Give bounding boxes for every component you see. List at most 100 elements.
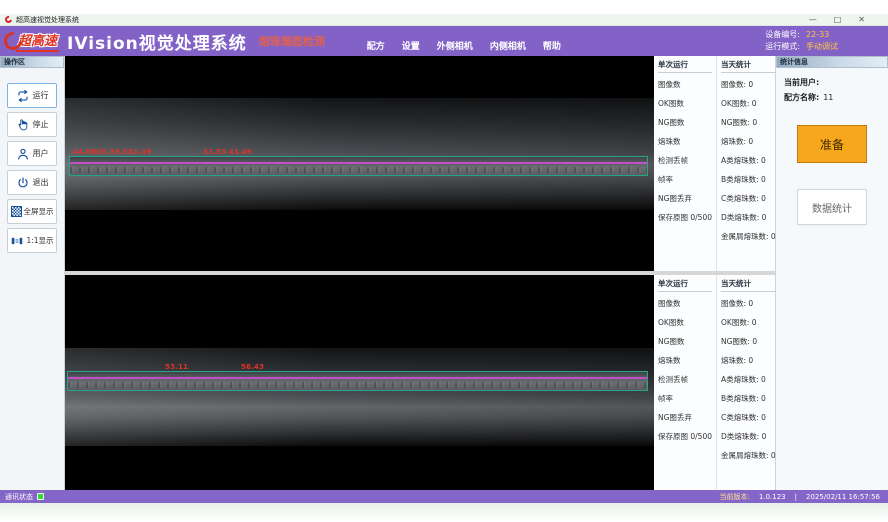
ready-button[interactable]: 准备 — [797, 125, 867, 163]
exit-button[interactable]: 退出 — [7, 170, 57, 195]
menu-item[interactable]: 配方 — [367, 39, 385, 52]
stat-row: NG图丢弃 — [658, 189, 712, 208]
app-header: 超高速 IVision视觉处理系统 熔珠端面检测 配方设置外侧相机内侧相机帮助 … — [0, 26, 888, 56]
status-bar: 通讯状态 当前版本: 1.0.123 | 2025/02/11 16:57:56 — [0, 490, 888, 503]
stat-row: 熔珠数 — [658, 132, 712, 151]
comm-status-label: 通讯状态 — [5, 492, 33, 502]
camera-image-band — [65, 98, 654, 210]
stat-row: C类熔珠数: 0 — [721, 189, 776, 208]
stat-row: 图像数: 0 — [721, 294, 776, 313]
data-statistics-button[interactable]: 数据统计 — [797, 189, 867, 225]
stat-row: 检测丢帧 — [658, 151, 712, 170]
user-button-label: 用户 — [33, 148, 49, 159]
strip-texture — [68, 382, 647, 388]
stat-row: D类熔珠数: 0 — [721, 427, 776, 446]
camera-viewports: 44.0R05.39.5X1.49 31.53 41.49 53.11 56.4… — [65, 56, 654, 490]
stat-row: 金属屑熔珠数: 0 — [721, 446, 776, 465]
run-mode-value: 手动调试 — [806, 41, 840, 53]
stat-row: 帧率 — [658, 389, 712, 408]
stat-row: OK图数 — [658, 313, 712, 332]
outer-camera-viewport[interactable]: 44.0R05.39.5X1.49 31.53 41.49 — [65, 56, 654, 271]
bead-strip-overlay — [69, 156, 648, 176]
one-to-one-button[interactable]: 1:1显示 — [7, 228, 57, 253]
menu-item[interactable]: 外侧相机 — [437, 39, 473, 52]
comm-status-indicator — [37, 493, 44, 500]
inner-camera-viewport[interactable]: 53.11 56.43 — [65, 275, 654, 490]
cycle-arrows-icon — [16, 89, 30, 103]
fullscreen-button-label: 全屏显示 — [24, 206, 54, 217]
power-icon — [16, 176, 30, 190]
stat-row: B类熔珠数: 0 — [721, 389, 776, 408]
stat-row: 图像数: 0 — [721, 75, 776, 94]
close-button[interactable]: ✕ — [858, 15, 865, 25]
stat-row: NG图丢弃 — [658, 408, 712, 427]
stat-row: 熔珠数 — [658, 351, 712, 370]
magenta-edge-line — [70, 162, 647, 164]
camera-image-band — [65, 348, 654, 446]
app-title: IVision视觉处理系统 — [67, 29, 247, 54]
stat-row: A类熔珠数: 0 — [721, 370, 776, 389]
bead-strip-overlay — [67, 371, 648, 391]
stat-row: 帧率 — [658, 170, 712, 189]
stat-row: NG图数 — [658, 113, 712, 132]
stop-button[interactable]: 停止 — [7, 112, 57, 137]
main-area: 操作区 运行 停止 用户 — [0, 56, 888, 490]
stat-row: 保存原图 0/500 — [658, 208, 712, 227]
main-menu: 配方 设置 外侧相机 内侧相机 帮助 — [367, 39, 561, 52]
run-mode-label: 运行模式: — [765, 41, 800, 53]
hand-icon — [16, 118, 30, 132]
daily-stats-header: 当天统计 — [721, 59, 776, 73]
stat-row: 检测丢帧 — [658, 370, 712, 389]
device-number-value: 22-33 — [806, 29, 840, 41]
status-separator: | — [795, 493, 797, 501]
measurement-annotation: 31.53 41.49 — [203, 148, 252, 156]
stat-row: 保存原图 0/500 — [658, 427, 712, 446]
single-run-header: 单次运行 — [658, 278, 712, 292]
stat-row: NG图数: 0 — [721, 113, 776, 132]
measurement-annotation: 44.0R05.39.5X1.49 — [73, 148, 151, 156]
run-button[interactable]: 运行 — [7, 83, 57, 108]
app-logo-icon — [4, 15, 14, 25]
stats-panel-bottom: 单次运行 图像数OK图数NG图数熔珠数检测丢帧帧率NG图丢弃保存原图 0/500… — [654, 275, 775, 490]
magenta-edge-line — [68, 377, 647, 379]
desktop-background — [0, 0, 888, 14]
window-title: 超高速视觉处理系统 — [16, 15, 79, 25]
window-titlebar: 超高速视觉处理系统 — □ ✕ — [0, 14, 888, 26]
menu-item[interactable]: 帮助 — [543, 39, 561, 52]
one-to-one-button-label: 1:1显示 — [26, 235, 53, 246]
stats-panel-top: 单次运行 图像数OK图数NG图数熔珠数检测丢帧帧率NG图丢弃保存原图 0/500… — [654, 56, 775, 271]
current-user-label: 当前用户: — [784, 75, 819, 90]
stat-row: 图像数 — [658, 75, 712, 94]
recipe-name-label: 配方名称: — [784, 90, 819, 105]
app-subtitle: 熔珠端面检测 — [259, 33, 325, 49]
maximize-button[interactable]: □ — [834, 15, 842, 25]
fullscreen-icon — [11, 206, 22, 217]
measurement-annotation: 56.43 — [241, 363, 264, 371]
device-number-label: 设备编号: — [765, 29, 800, 41]
menu-item[interactable]: 设置 — [402, 39, 420, 52]
statistics-column: 单次运行 图像数OK图数NG图数熔珠数检测丢帧帧率NG图丢弃保存原图 0/500… — [654, 56, 776, 490]
stat-row: OK图数: 0 — [721, 94, 776, 113]
version-value: 1.0.123 — [759, 493, 786, 501]
stat-row: B类熔珠数: 0 — [721, 170, 776, 189]
exit-button-label: 退出 — [33, 177, 49, 188]
stat-row: OK图数: 0 — [721, 313, 776, 332]
measurement-annotation: 53.11 — [165, 363, 188, 371]
stat-row: C类熔珠数: 0 — [721, 408, 776, 427]
fullscreen-button[interactable]: 全屏显示 — [7, 199, 57, 224]
status-datetime: 2025/02/11 16:57:56 — [806, 493, 880, 501]
version-label: 当前版本: — [720, 492, 750, 502]
stat-row: NG图数: 0 — [721, 332, 776, 351]
user-icon — [16, 147, 30, 161]
single-run-header: 单次运行 — [658, 59, 712, 73]
sidebar-title: 操作区 — [0, 56, 64, 68]
operation-sidebar: 操作区 运行 停止 用户 — [0, 56, 65, 490]
stat-row: 金属屑熔珠数: 0 — [721, 227, 776, 246]
user-button[interactable]: 用户 — [7, 141, 57, 166]
menu-item[interactable]: 内侧相机 — [490, 39, 526, 52]
daily-stats-header: 当天统计 — [721, 278, 776, 292]
window-footer — [0, 503, 888, 522]
minimize-button[interactable]: — — [809, 15, 817, 25]
info-panel-title: 统计信息 — [776, 56, 888, 68]
info-panel: 统计信息 当前用户: 配方名称: 11 准备 数据统计 — [776, 56, 888, 490]
